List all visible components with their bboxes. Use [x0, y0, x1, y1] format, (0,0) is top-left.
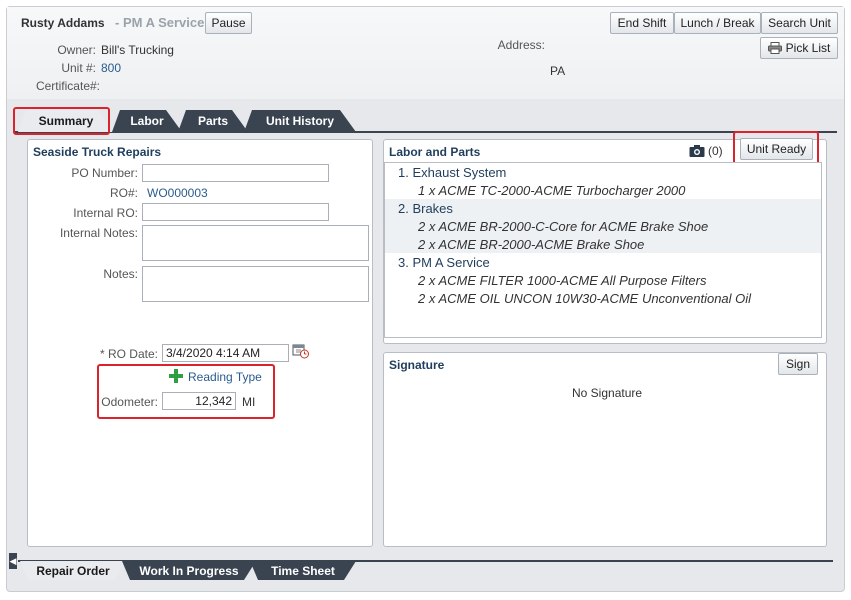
address-value: PA [550, 64, 566, 78]
notes-textarea[interactable] [142, 266, 369, 302]
tab-time-sheet[interactable]: Time Sheet [250, 561, 356, 580]
pause-button[interactable]: Pause [205, 12, 252, 34]
ro-date-label: * RO Date: [99, 347, 158, 361]
tab-summary[interactable]: Summary [18, 110, 114, 132]
list-item[interactable]: 2 x ACME BR-2000-C-Core for ACME Brake S… [385, 217, 821, 235]
notes-label: Notes: [103, 267, 138, 281]
po-number-label: PO Number: [71, 166, 138, 180]
end-shift-button[interactable]: End Shift [610, 12, 674, 34]
owner-label: Owner: [57, 43, 96, 57]
labor-parts-title: Labor and Parts [389, 145, 481, 159]
reading-type-link[interactable]: Reading Type [188, 370, 262, 384]
pick-list-button[interactable]: Pick List [760, 37, 838, 59]
ro-number-label: RO#: [109, 186, 138, 200]
odometer-unit: MI [242, 395, 256, 409]
unit-label: Unit #: [61, 61, 96, 75]
internal-notes-textarea[interactable] [142, 225, 369, 261]
certificate-label: Certificate#: [35, 79, 100, 93]
collapse-arrow-icon[interactable]: ◀ [9, 553, 17, 569]
pick-list-label: Pick List [785, 41, 831, 55]
internal-ro-label: Internal RO: [73, 206, 138, 220]
list-item[interactable]: 1. Exhaust System [385, 163, 821, 181]
camera-icon[interactable] [689, 144, 705, 158]
internal-ro-input[interactable] [142, 203, 329, 221]
list-item[interactable]: 1 x ACME TC-2000-ACME Turbocharger 2000 [385, 181, 821, 199]
internal-notes-label: Internal Notes: [59, 226, 138, 240]
list-item[interactable]: 3. PM A Service [385, 253, 821, 271]
printer-icon [767, 42, 782, 54]
po-number-input[interactable] [142, 164, 329, 182]
list-item[interactable]: 2 x ACME OIL UNCON 10W30-ACME Unconventi… [385, 289, 821, 307]
shop-name: Seaside Truck Repairs [33, 145, 162, 159]
search-unit-button[interactable]: Search Unit [761, 12, 838, 34]
ro-number-value: WO000003 [147, 186, 208, 200]
odometer-label: Odometer: [101, 395, 158, 409]
technician-name: Rusty Addams [21, 16, 105, 30]
calendar-clock-icon[interactable] [292, 343, 310, 359]
unit-ready-button[interactable]: Unit Ready [740, 138, 813, 160]
signature-title: Signature [389, 358, 445, 372]
signature-status: No Signature [572, 386, 643, 400]
service-title: - PM A Service [115, 15, 205, 30]
labor-parts-list: 1. Exhaust System 1 x ACME TC-2000-ACME … [384, 162, 822, 338]
sign-button[interactable]: Sign [778, 353, 818, 375]
unit-value: 800 [101, 61, 122, 75]
add-reading-icon[interactable] [168, 368, 184, 384]
signature-panel [383, 352, 827, 547]
odometer-input[interactable] [162, 392, 236, 410]
tab-unit-history[interactable]: Unit History [244, 110, 356, 132]
tab-repair-order[interactable]: Repair Order [20, 561, 126, 580]
list-item[interactable]: 2 x ACME FILTER 1000-ACME All Purpose Fi… [385, 271, 821, 289]
address-label: Address: [497, 38, 545, 52]
list-item[interactable]: 2. Brakes [385, 199, 821, 217]
tab-work-in-progress[interactable]: Work In Progress [122, 561, 256, 580]
owner-value: Bill's Trucking [101, 43, 174, 57]
repair-details-panel [27, 139, 373, 547]
ro-date-input[interactable] [162, 344, 289, 362]
list-item[interactable]: 2 x ACME BR-2000-ACME Brake Shoe [385, 235, 821, 253]
photo-count: (0) [708, 144, 723, 158]
lunch-break-button[interactable]: Lunch / Break [674, 12, 761, 34]
